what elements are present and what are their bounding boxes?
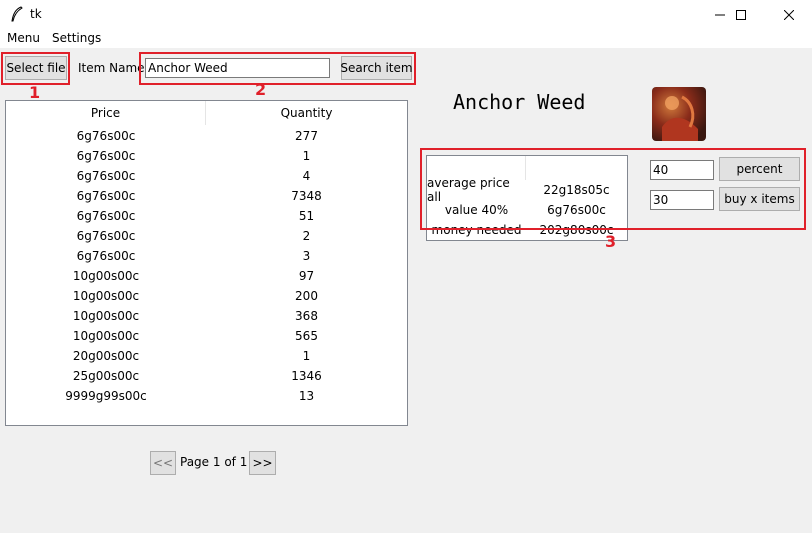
- close-icon: [784, 10, 794, 20]
- quantity-cell: 4: [302, 169, 311, 183]
- quantity-cell: 1: [302, 149, 311, 163]
- table-row[interactable]: 25g00s00c 1346: [6, 366, 407, 386]
- table-row[interactable]: 6g76s00c 7348: [6, 186, 407, 206]
- price-cell: 6g76s00c: [76, 249, 136, 263]
- price-cell: 6g76s00c: [76, 129, 136, 143]
- menu-bar: Menu Settings: [0, 30, 812, 48]
- annotation-label-3: 3: [605, 232, 617, 251]
- quantity-cell: 1346: [291, 369, 322, 383]
- table-row[interactable]: 10g00s00c 97: [6, 266, 407, 286]
- column-header-quantity[interactable]: Quantity: [206, 101, 407, 125]
- table-row[interactable]: 6g76s00c 277: [6, 126, 407, 146]
- column-header-price[interactable]: Price: [6, 101, 206, 125]
- item-image: [652, 87, 706, 141]
- item-name-label: Item Name: [78, 61, 145, 75]
- maximize-icon: [736, 10, 746, 20]
- table-row[interactable]: 10g00s00c 200: [6, 286, 407, 306]
- price-cell: 20g00s00c: [72, 349, 140, 363]
- table-row[interactable]: 10g00s00c 368: [6, 306, 407, 326]
- table-row[interactable]: 6g76s00c 3: [6, 246, 407, 266]
- title-bar: tk: [0, 0, 812, 30]
- annotation-box-3: [420, 148, 806, 230]
- price-cell: 10g00s00c: [72, 309, 140, 323]
- price-cell: 10g00s00c: [72, 289, 140, 303]
- table-row[interactable]: 20g00s00c 1: [6, 346, 407, 366]
- table-row[interactable]: 6g76s00c 1: [6, 146, 407, 166]
- page-indicator: Page 1 of 1: [180, 455, 248, 469]
- maximize-button[interactable]: [718, 0, 764, 30]
- quantity-cell: 277: [295, 129, 318, 143]
- table-row[interactable]: 6g76s00c 4: [6, 166, 407, 186]
- price-cell: 6g76s00c: [76, 149, 136, 163]
- price-cell: 10g00s00c: [72, 269, 140, 283]
- window-title: tk: [30, 7, 42, 21]
- quantity-cell: 368: [295, 309, 318, 323]
- annotation-box-2: [139, 52, 416, 85]
- price-cell: 9999g99s00c: [65, 389, 147, 403]
- menu-item-menu[interactable]: Menu: [7, 31, 40, 45]
- quantity-cell: 565: [295, 329, 318, 343]
- table-row[interactable]: 10g00s00c 565: [6, 326, 407, 346]
- quantity-cell: 3: [302, 249, 311, 263]
- quantity-cell: 13: [298, 389, 315, 403]
- close-button[interactable]: [766, 0, 812, 30]
- price-table[interactable]: Price Quantity 6g76s00c 277 6g76s00c 1 6g76s…: [5, 100, 408, 426]
- table-row[interactable]: 6g76s00c 2: [6, 226, 407, 246]
- quantity-cell: 97: [298, 269, 315, 283]
- price-cell: 6g76s00c: [76, 229, 136, 243]
- quantity-cell: 2: [302, 229, 311, 243]
- next-page-button[interactable]: >>: [249, 451, 276, 475]
- quantity-cell: 7348: [291, 189, 322, 203]
- quantity-cell: 200: [295, 289, 318, 303]
- quantity-cell: 51: [298, 209, 315, 223]
- price-cell: 6g76s00c: [76, 209, 136, 223]
- price-cell: 6g76s00c: [76, 189, 136, 203]
- item-artwork-icon: [662, 95, 698, 141]
- quantity-cell: 1: [302, 349, 311, 363]
- price-cell: 10g00s00c: [72, 329, 140, 343]
- table-row[interactable]: 6g76s00c 51: [6, 206, 407, 226]
- item-title: Anchor Weed: [453, 90, 586, 114]
- price-cell: 6g76s00c: [76, 169, 136, 183]
- feather-icon: [11, 6, 23, 22]
- price-cell: 25g00s00c: [72, 369, 140, 383]
- annotation-box-1: [1, 52, 70, 85]
- table-row[interactable]: 9999g99s00c 13: [6, 386, 407, 406]
- menu-item-settings[interactable]: Settings: [52, 31, 101, 45]
- annotation-label-2: 2: [255, 80, 267, 99]
- previous-page-button[interactable]: <<: [150, 451, 176, 475]
